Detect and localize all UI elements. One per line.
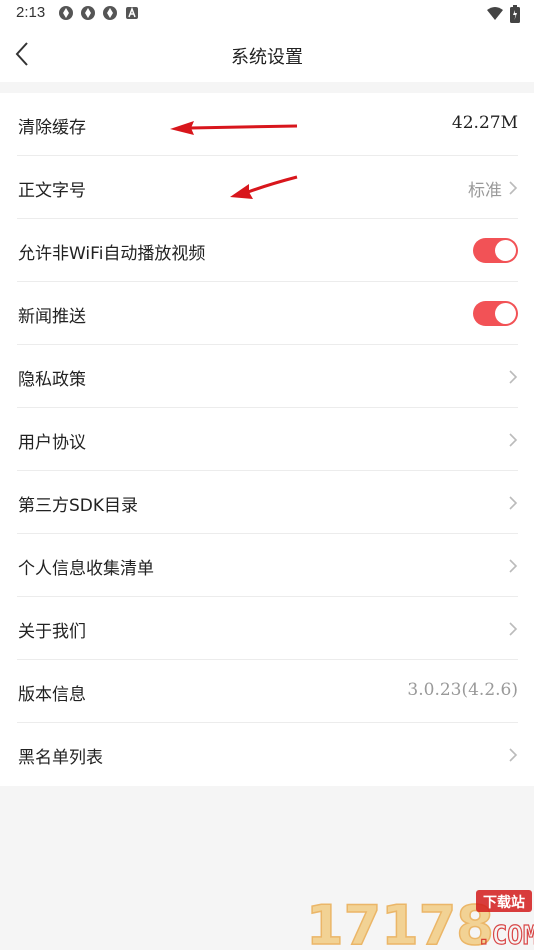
settings-row-blacklist[interactable]: 黑名单列表 [17,723,518,786]
status-time: 2:13 [16,4,46,21]
autoplay-video-toggle[interactable] [473,238,518,263]
settings-row-about-us[interactable]: 关于我们 [17,597,518,660]
toggle-knob [495,240,516,261]
settings-row-label: 正文字号 [18,181,86,201]
site-watermark: 17178 下载站 .COM [304,886,534,950]
status-notification-icons [58,5,140,21]
settings-row-label: 隐私政策 [18,370,86,390]
wifi-icon [486,6,504,26]
app-notification-icon [58,5,74,21]
font-size-value: 标准 [468,181,502,201]
app-notification-icon [102,5,118,21]
watermark-badge: 下载站 [483,894,525,911]
settings-row-version-info[interactable]: 版本信息 3.0.23(4.2.6) [17,660,518,723]
settings-row-label: 个人信息收集清单 [18,559,154,579]
settings-row-autoplay-video[interactable]: 允许非WiFi自动播放视频 [17,219,518,282]
status-bar: 2:13 [0,0,534,28]
nav-bar: 系统设置 [0,28,534,82]
settings-row-personal-info-list[interactable]: 个人信息收集清单 [17,534,518,597]
settings-row-font-size[interactable]: 正文字号 标准 [17,156,518,219]
watermark-number: 17178 [306,894,494,950]
news-push-toggle[interactable] [473,301,518,326]
settings-row-label: 关于我们 [18,622,86,642]
chevron-right-icon [509,370,518,384]
settings-row-label: 黑名单列表 [18,748,103,768]
version-value: 3.0.23(4.2.6) [407,680,518,700]
settings-row-third-party-sdk[interactable]: 第三方SDK目录 [17,471,518,534]
settings-row-privacy-policy[interactable]: 隐私政策 [17,345,518,408]
settings-row-label: 允许非WiFi自动播放视频 [18,244,206,264]
settings-row-label: 新闻推送 [18,307,86,327]
settings-row-label: 第三方SDK目录 [18,496,139,516]
settings-row-news-push[interactable]: 新闻推送 [17,282,518,345]
app-notification-icon [80,5,96,21]
settings-list: 清除缓存 42.27M 正文字号 标准 允许非WiFi自动播放视频 新闻推送 隐… [0,93,534,786]
chevron-right-icon [509,622,518,636]
a-notification-icon [124,5,140,21]
settings-row-user-agreement[interactable]: 用户协议 [17,408,518,471]
chevron-right-icon [509,496,518,510]
settings-row-label: 用户协议 [18,433,86,453]
chevron-right-icon [509,748,518,762]
chevron-right-icon [509,559,518,573]
chevron-right-icon [509,433,518,447]
cache-size-value: 42.27M [451,113,518,133]
battery-icon [510,5,520,27]
page-title: 系统设置 [231,47,303,68]
settings-row-clear-cache[interactable]: 清除缓存 42.27M [17,93,518,156]
status-right-icons [486,5,520,27]
watermark-domain: .COM [476,921,534,950]
toggle-knob [495,303,516,324]
watermark-logo: 17178 下载站 .COM [305,890,534,950]
chevron-right-icon [509,181,518,195]
settings-row-label: 版本信息 [18,685,86,705]
settings-row-label: 清除缓存 [18,118,86,138]
